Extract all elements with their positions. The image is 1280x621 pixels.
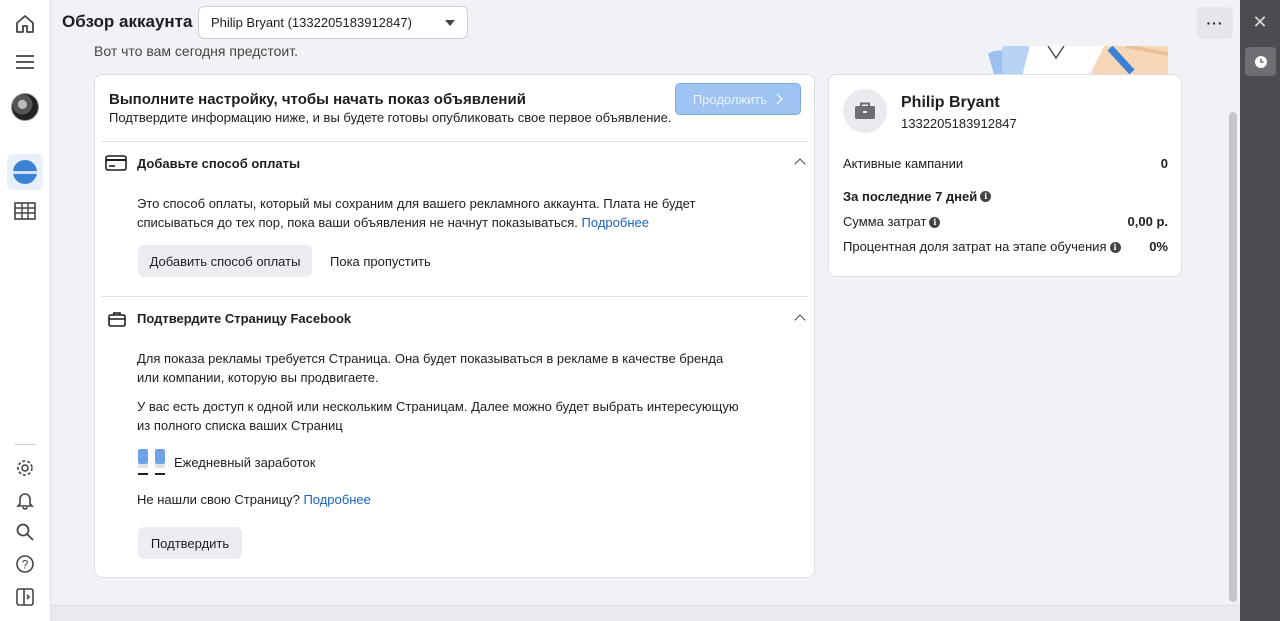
- close-icon[interactable]: ✕: [1250, 12, 1270, 32]
- payment-section-title: Добавьте способ оплаты: [137, 156, 301, 171]
- payment-description: Это способ оплаты, который мы сохраним д…: [137, 194, 695, 232]
- active-campaigns-value: 0: [1160, 156, 1168, 171]
- bottom-bar: [51, 605, 1240, 621]
- active-campaigns-row: Активные кампании 0: [843, 156, 1168, 171]
- period-row: За последние 7 дней i: [843, 189, 1168, 204]
- account-info-card: Philip Bryant 1332205183912847 Активные …: [828, 74, 1182, 277]
- page-description-line1: Для показа рекламы требуется Страница. О…: [137, 351, 724, 366]
- skip-for-now-button[interactable]: Пока пропустить: [330, 254, 431, 269]
- more-options-button[interactable]: ···: [1197, 7, 1233, 39]
- payment-description-line1: Это способ оплаты, который мы сохраним д…: [137, 196, 696, 211]
- clock-icon[interactable]: [1245, 47, 1276, 76]
- chevron-up-icon[interactable]: [794, 158, 806, 170]
- bell-icon[interactable]: [7, 482, 43, 518]
- account-selector-label: Philip Bryant (1332205183912847): [211, 15, 412, 30]
- briefcase-icon: [108, 312, 126, 327]
- page-access-line2: из полного списка ваших Страниц: [137, 418, 343, 433]
- learning-spend-label: Процентная доля затрат на этапе обучения: [843, 239, 1107, 254]
- spend-value: 0,00 р.: [1127, 214, 1168, 229]
- page-access-text: У вас есть доступ к одной или нескольким…: [137, 397, 739, 435]
- page-section-title: Подтвердите Страницу Facebook: [137, 311, 352, 326]
- setup-card: Выполните настройку, чтобы начать показ …: [94, 74, 815, 578]
- caret-down-icon: [445, 19, 455, 26]
- left-nav: ?: [0, 0, 51, 621]
- payment-learn-more-link[interactable]: Подробнее: [582, 215, 649, 230]
- decorative-illustration: [986, 46, 1168, 76]
- continue-button-label: Продолжить: [692, 91, 768, 107]
- credit-card-icon: [105, 155, 127, 171]
- spend-label: Сумма затрат: [843, 214, 927, 229]
- payment-description-line2: списываться до тех пор, пока ваши объявл…: [137, 215, 578, 230]
- confirm-button[interactable]: Подтвердить: [138, 527, 242, 559]
- scrollbar-thumb[interactable]: [1229, 112, 1237, 602]
- page-name[interactable]: Ежедневный заработок: [174, 453, 315, 472]
- active-campaigns-label: Активные кампании: [843, 156, 964, 171]
- account-selector[interactable]: Philip Bryant (1332205183912847): [198, 6, 468, 39]
- page-description-line2: или компании, которую вы продвигаете.: [137, 370, 379, 385]
- page-subtitle: Вот что вам сегодня предстоит.: [94, 43, 298, 59]
- page-description: Для показа рекламы требуется Страница. О…: [137, 349, 723, 387]
- continue-button[interactable]: Продолжить: [675, 83, 801, 115]
- period-label: За последние 7 дней: [843, 189, 978, 204]
- divider: [101, 296, 808, 297]
- help-icon[interactable]: ?: [7, 546, 43, 582]
- briefcase-icon: [855, 102, 875, 119]
- page-not-found-label: Не нашли свою Страницу?: [137, 492, 300, 507]
- ads-manager-globe-icon[interactable]: [7, 154, 43, 190]
- chevron-up-icon[interactable]: [794, 314, 806, 326]
- gear-icon[interactable]: [7, 450, 43, 486]
- svg-text:?: ?: [22, 558, 29, 572]
- setup-description: Подтвердите информацию ниже, и вы будете…: [109, 110, 672, 125]
- panel-toggle-icon[interactable]: [7, 579, 43, 615]
- account-id: 1332205183912847: [901, 116, 1017, 131]
- page-not-found-text: Не нашли свою Страницу? Подробнее: [137, 490, 371, 509]
- table-icon[interactable]: [7, 193, 43, 229]
- nav-divider: [14, 444, 36, 445]
- header: Обзор аккаунта Philip Bryant (1332205183…: [51, 0, 1240, 46]
- search-icon[interactable]: [7, 514, 43, 550]
- spend-row: Сумма затрат i 0,00 р.: [843, 214, 1168, 229]
- setup-title: Выполните настройку, чтобы начать показ …: [109, 91, 526, 108]
- account-avatar: [843, 89, 887, 133]
- info-icon[interactable]: i: [929, 217, 941, 229]
- home-icon[interactable]: [7, 6, 43, 42]
- learning-spend-row: Процентная доля затрат на этапе обучения…: [843, 239, 1168, 254]
- chevron-right-icon: [776, 93, 784, 105]
- page-learn-more-link[interactable]: Подробнее: [303, 492, 370, 507]
- account-name: Philip Bryant: [901, 94, 1000, 111]
- page-title: Обзор аккаунта: [62, 12, 193, 31]
- info-icon[interactable]: i: [1109, 242, 1121, 254]
- page-access-line1: У вас есть доступ к одной или нескольким…: [137, 399, 739, 414]
- menu-icon[interactable]: [7, 44, 43, 80]
- info-icon[interactable]: i: [980, 191, 992, 202]
- learning-spend-value: 0%: [1149, 239, 1168, 254]
- add-payment-method-button[interactable]: Добавить способ оплаты: [138, 245, 312, 277]
- divider: [101, 141, 808, 142]
- side-panel: [1240, 0, 1280, 621]
- avatar[interactable]: [7, 89, 43, 125]
- page-thumbnail: [138, 449, 165, 475]
